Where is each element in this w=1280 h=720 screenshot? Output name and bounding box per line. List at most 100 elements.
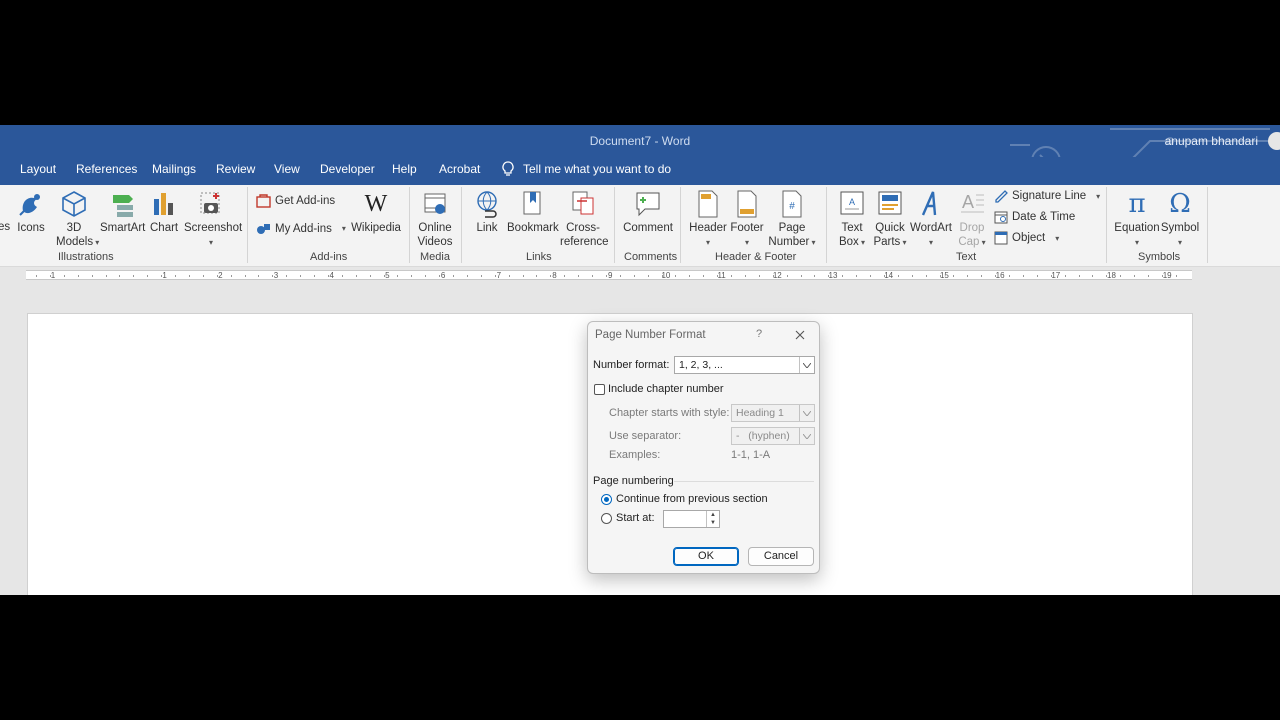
ruler-tick — [341, 275, 343, 277]
cube-icon — [62, 191, 86, 217]
wikipedia-button[interactable]: W Wikipedia — [350, 189, 402, 235]
tab-layout[interactable]: Layout — [20, 162, 56, 176]
icons-button[interactable]: Icons — [16, 189, 46, 235]
svg-text:A: A — [849, 197, 855, 207]
document-title: Document7 - Word — [589, 134, 691, 148]
ruler-tick — [1148, 275, 1149, 277]
ruler-tick — [731, 275, 732, 277]
start-at-spinner[interactable]: ▲ ▼ — [663, 510, 720, 528]
cancel-button[interactable]: Cancel — [748, 547, 814, 566]
drop-cap-label-1: Drop — [959, 222, 985, 234]
ruler-tick — [856, 275, 858, 277]
footer-button[interactable]: Footer ▾ — [729, 189, 765, 250]
3d-models-label-1: 3D — [66, 222, 82, 234]
tab-developer[interactable]: Developer — [320, 162, 375, 176]
ruler-tick — [995, 275, 997, 277]
link-button[interactable]: Link — [471, 189, 503, 235]
separator-select[interactable]: - (hyphen) — [731, 427, 815, 445]
group-text: Text — [956, 251, 977, 263]
ruler-tick — [1078, 275, 1080, 277]
ruler-tick — [703, 275, 705, 277]
my-addins-button[interactable]: My Add-ins ▾ — [256, 221, 346, 236]
ruler-tick — [953, 275, 955, 277]
ok-button[interactable]: OK — [673, 547, 739, 566]
comment-button[interactable]: Comment — [622, 189, 674, 235]
bookmark-button[interactable]: Bookmark — [507, 189, 559, 235]
number-format-select[interactable]: 1, 2, 3, ... — [674, 356, 815, 374]
ruler-tick — [1064, 275, 1066, 277]
header-button[interactable]: Header ▾ — [689, 189, 727, 250]
ruler-tick — [272, 275, 274, 277]
ruler-number: 1 — [50, 271, 56, 280]
comment-icon — [636, 192, 660, 217]
online-videos-button[interactable]: Online Videos — [416, 189, 454, 249]
ribbon-separator — [826, 187, 827, 263]
object-button[interactable]: Object ▾ — [994, 231, 1059, 245]
quick-parts-label-1: Quick — [875, 222, 905, 234]
chevron-down-icon — [799, 405, 814, 421]
header-icon — [698, 190, 718, 218]
tab-acrobat[interactable]: Acrobat — [439, 162, 480, 176]
chart-button[interactable]: Chart — [150, 189, 178, 235]
ribbon-separator — [614, 187, 615, 263]
title-bar: Document7 - Word anupam bhandari — [0, 125, 1280, 177]
ruler-tick — [244, 275, 246, 277]
tab-help[interactable]: Help — [392, 162, 417, 176]
ruler-tick — [1120, 275, 1122, 277]
chapter-style-select[interactable]: Heading 1 — [731, 404, 815, 422]
store-icon — [256, 194, 271, 208]
ruler-tick — [536, 275, 538, 277]
ruler-tick — [925, 275, 927, 277]
icons-label: Icons — [17, 222, 45, 234]
3d-models-button[interactable]: 3D Models ▾ — [56, 189, 99, 250]
signature-line-button[interactable]: Signature Line ▾ — [994, 189, 1100, 203]
shapes-button-partial[interactable]: es — [0, 220, 10, 234]
ruler-tick — [480, 275, 482, 277]
ruler-tick — [675, 275, 677, 277]
start-at-radio[interactable] — [601, 513, 612, 524]
examples-value: 1-1, 1-A — [731, 449, 771, 461]
tab-review[interactable]: Review — [216, 162, 255, 176]
ribbon-insert: es Icons 3D Models ▾ SmartArt Chart Scre… — [0, 185, 1280, 267]
cross-reference-label-1: Cross- — [566, 222, 600, 234]
page-number-button[interactable]: # Page Number ▾ — [766, 189, 818, 250]
screenshot-button[interactable]: Screenshot ▾ — [184, 189, 242, 250]
ruler-tick — [36, 275, 37, 277]
bookmark-label: Bookmark — [507, 222, 559, 234]
group-media: Media — [420, 251, 450, 263]
symbol-button[interactable]: Ω Symbol ▾ — [1160, 189, 1200, 250]
wordart-button[interactable]: WordArt ▾ — [910, 189, 952, 250]
help-button[interactable]: ? — [756, 328, 762, 340]
ruler-tick — [883, 275, 885, 277]
section-divider — [674, 481, 814, 482]
tab-view[interactable]: View — [274, 162, 300, 176]
ruler-tick — [814, 275, 816, 277]
ruler-tick — [564, 275, 566, 277]
horizontal-ruler[interactable]: 1 1 2 3 4 5 6 7 8 9 10 11 12 13 14 15 16 17 18 19 — [26, 270, 1192, 280]
separator-value: - (hyphen) — [736, 430, 790, 442]
date-time-button[interactable]: Date & Time — [994, 210, 1075, 224]
tab-references[interactable]: References — [76, 162, 137, 176]
spinner-arrows-icon[interactable]: ▲ ▼ — [706, 511, 719, 527]
chapter-style-value: Heading 1 — [736, 407, 784, 419]
word-window: Document7 - Word anupam bhandari Layout … — [0, 125, 1280, 595]
cross-reference-button[interactable]: Cross- reference — [560, 189, 609, 249]
ruler-tick — [828, 275, 830, 277]
quick-parts-icon — [878, 191, 902, 215]
group-addins: Add-ins — [310, 251, 348, 263]
tell-me-search[interactable]: Tell me what you want to do — [502, 161, 671, 177]
text-box-button[interactable]: A Text Box ▾ — [835, 189, 869, 250]
quick-parts-button[interactable]: Quick Parts ▾ — [871, 189, 909, 250]
ruler-tick — [147, 275, 149, 277]
avatar[interactable] — [1268, 132, 1280, 150]
continue-radio[interactable] — [601, 494, 612, 505]
close-icon[interactable] — [795, 330, 805, 340]
get-addins-button[interactable]: Get Add-ins — [256, 193, 335, 208]
equation-button[interactable]: π Equation ▾ — [1114, 189, 1160, 250]
tab-mailings[interactable]: Mailings — [152, 162, 196, 176]
user-name[interactable]: anupam bhandari — [1165, 134, 1258, 148]
include-chapter-checkbox[interactable] — [594, 384, 605, 395]
ribbon-separator — [1106, 187, 1107, 263]
smartart-button[interactable]: SmartArt — [100, 189, 145, 235]
drop-cap-button[interactable]: A Drop Cap ▾ — [955, 189, 989, 250]
